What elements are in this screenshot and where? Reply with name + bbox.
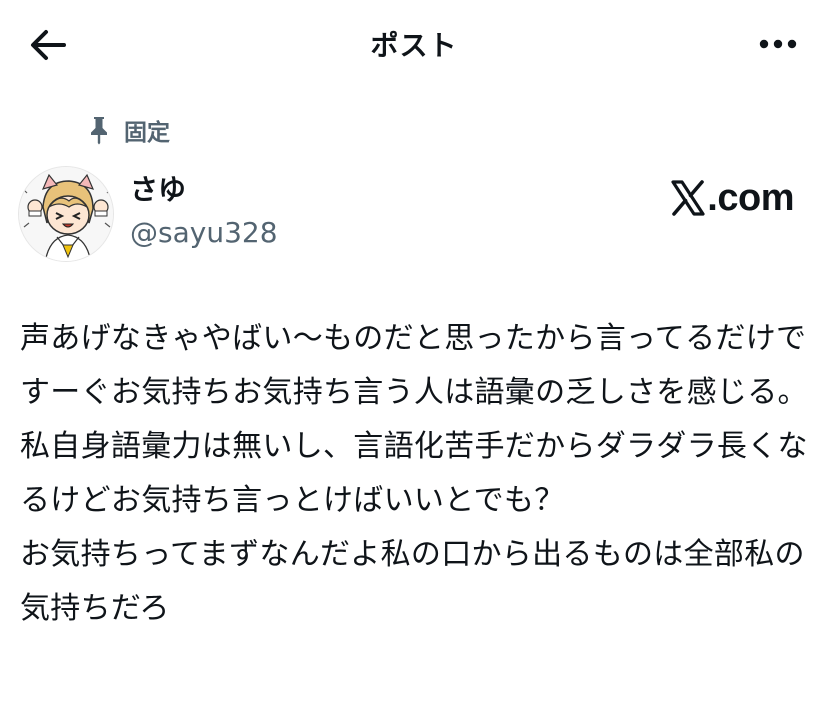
anime-girl-avatar	[19, 167, 113, 261]
arrow-left-icon	[31, 30, 66, 60]
back-button[interactable]	[22, 22, 74, 68]
post-text: 声あげなきゃやばい〜ものだと思ったから言ってるだけですーぐお気持ちお気持ち言う人…	[20, 321, 808, 626]
author-info: さゆ @sayu328	[130, 172, 278, 252]
avatar[interactable]	[18, 166, 114, 262]
more-horizontal-icon	[759, 39, 797, 49]
user-handle[interactable]: @sayu328	[130, 214, 278, 252]
pinned-label: 固定	[124, 120, 170, 146]
page-title: ポスト	[370, 29, 458, 62]
pin-icon	[91, 117, 107, 145]
x-logo-icon	[671, 180, 705, 216]
watermark-domain: .com	[707, 176, 794, 219]
pinned-indicator: 固定	[88, 114, 170, 146]
display-name[interactable]: さゆ	[130, 172, 278, 208]
top-bar: ポスト	[0, 0, 828, 88]
x-com-watermark: .com	[671, 174, 794, 222]
more-options-button[interactable]	[750, 24, 806, 64]
